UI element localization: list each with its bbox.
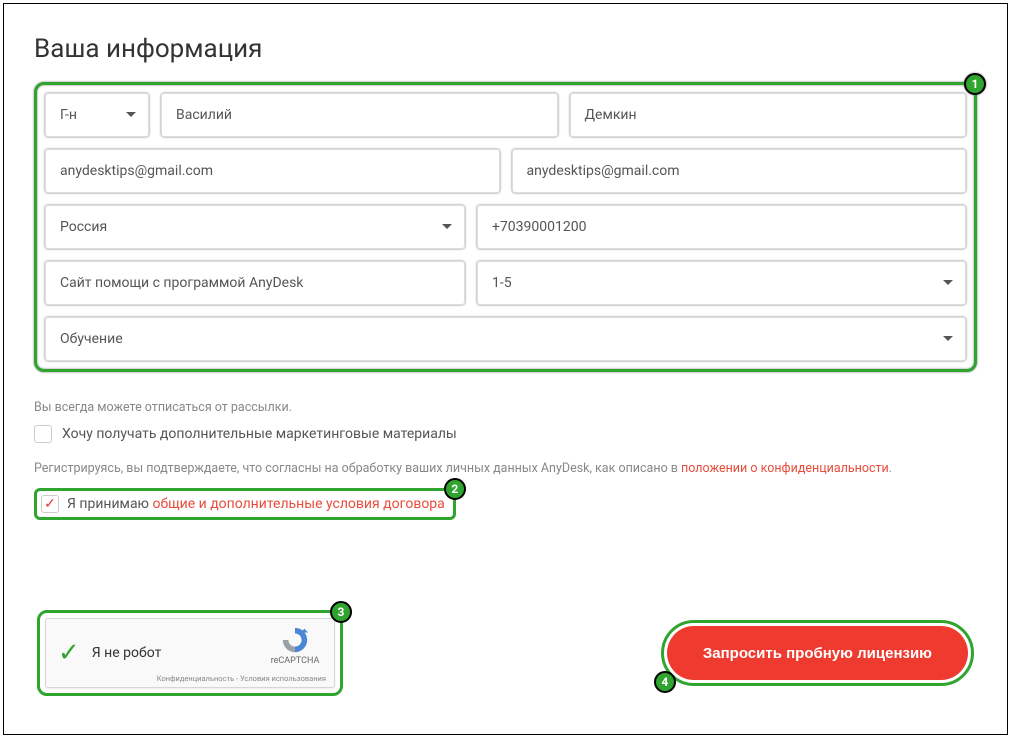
terms-link[interactable]: общие и дополнительные условия договора (152, 496, 444, 512)
unsubscribe-note: Вы всегда можете отписаться от рассылки. (34, 400, 977, 415)
last-name-field[interactable]: Демкин (570, 93, 967, 137)
callout-badge-2: 2 (444, 478, 466, 500)
employees-select[interactable]: 1-5 (477, 261, 966, 305)
form-section: 1 Г-н Василий Демкин anydesktips@gmail.c… (34, 82, 977, 372)
purpose-select[interactable]: Обучение (45, 317, 966, 361)
submit-section: 4 Запросить пробную лицензию (661, 620, 974, 686)
marketing-opt-in-row[interactable]: Хочу получать дополнительные маркетингов… (34, 425, 977, 443)
callout-badge-3: 3 (330, 601, 352, 623)
accept-label-prefix: Я принимаю (67, 496, 152, 512)
email-field[interactable]: anydesktips@gmail.com (45, 149, 500, 193)
marketing-checkbox[interactable] (34, 425, 52, 443)
accept-terms-checkbox[interactable]: ✓ (41, 495, 59, 513)
checkmark-icon: ✓ (58, 638, 80, 668)
email-confirm-field[interactable]: anydesktips@gmail.com (512, 149, 967, 193)
privacy-policy-link[interactable]: положении о конфиденциальности (681, 461, 889, 476)
recaptcha-section: 3 ✓ Я не робот reCAPTCHA Конфиден (37, 610, 343, 696)
request-trial-license-button[interactable]: Запросить пробную лицензию (667, 626, 968, 680)
recaptcha-icon (280, 625, 310, 655)
privacy-agreement-text: Регистрируясь, вы подтверждаете, что сог… (34, 461, 977, 476)
recaptcha-brand: reCAPTCHA (264, 656, 326, 666)
salutation-select[interactable]: Г-н (45, 93, 149, 137)
callout-badge-4: 4 (654, 671, 676, 693)
recaptcha-label: Я не робот (92, 645, 162, 661)
company-field[interactable]: Сайт помощи с программой AnyDesk (45, 261, 465, 305)
callout-badge-1: 1 (964, 73, 986, 95)
country-select[interactable]: Россия (45, 205, 465, 249)
accept-terms-row[interactable]: 2 ✓ Я принимаю общие и дополнительные ус… (34, 488, 456, 520)
first-name-field[interactable]: Василий (161, 93, 558, 137)
page-title: Ваша информация (34, 34, 977, 64)
recaptcha-fineprint[interactable]: Конфиденциальность - Условия использован… (157, 674, 326, 683)
marketing-label: Хочу получать дополнительные маркетингов… (62, 426, 457, 442)
recaptcha-widget[interactable]: ✓ Я не робот reCAPTCHA Конфиденциальност… (45, 618, 335, 688)
phone-field[interactable]: +70390001200 (477, 205, 966, 249)
